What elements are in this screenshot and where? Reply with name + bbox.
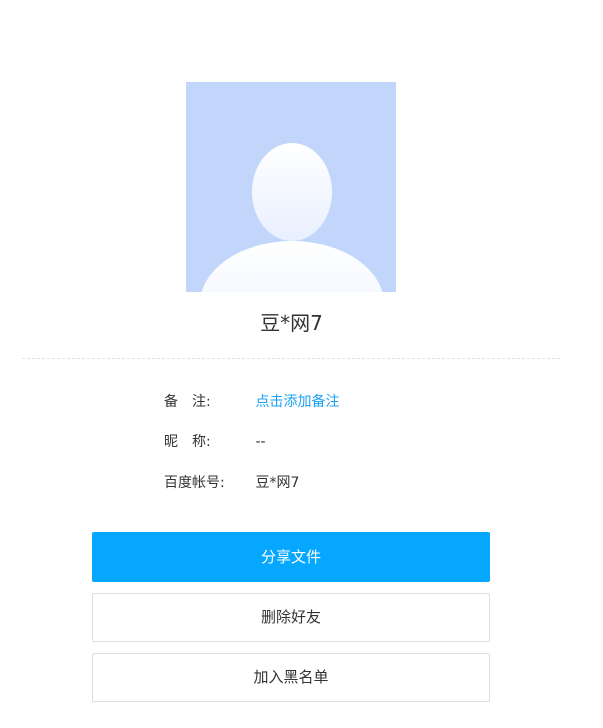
share-file-button[interactable]: 分享文件 [92, 532, 490, 582]
account-label: 百度帐号: [164, 475, 225, 491]
add-remark-link[interactable]: 点击添加备注 [255, 391, 339, 413]
username: 豆*网7 [260, 311, 323, 335]
nickname-value: -- [255, 434, 266, 450]
account-value: 豆*网7 [255, 475, 300, 491]
add-to-blacklist-button[interactable]: 加入黑名单 [92, 653, 490, 702]
default-user-avatar-icon [201, 143, 383, 292]
account-row: 百度帐号: 豆*网7 [164, 472, 299, 494]
delete-friend-button[interactable]: 删除好友 [92, 593, 490, 642]
avatar [186, 82, 396, 292]
nickname-row: 昵 称: -- [164, 431, 266, 453]
remark-label: 备 注: [164, 394, 211, 410]
divider [22, 358, 560, 359]
nickname-label: 昵 称: [164, 434, 211, 450]
remark-row: 备 注: 点击添加备注 [164, 391, 339, 413]
